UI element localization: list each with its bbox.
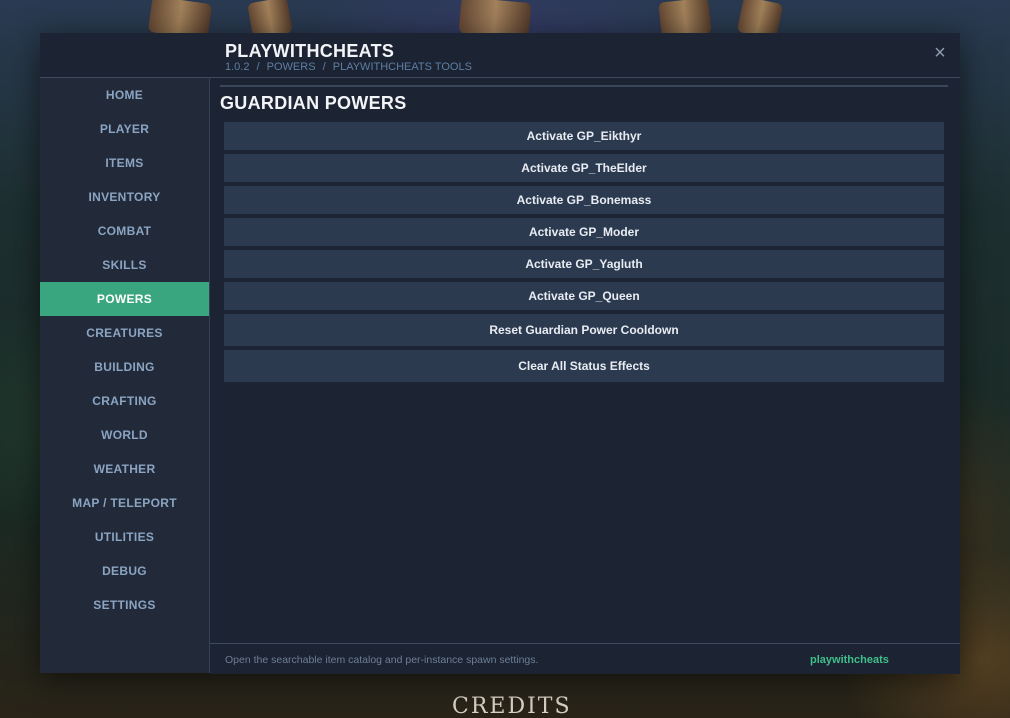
sidebar-item-map-teleport[interactable]: MAP / TELEPORT [40, 486, 209, 520]
sidebar-item-settings[interactable]: SETTINGS [40, 588, 209, 622]
sidebar-item-crafting[interactable]: CRAFTING [40, 384, 209, 418]
sidebar-item-combat[interactable]: COMBAT [40, 214, 209, 248]
activate-gp-eikthyr-button[interactable]: Activate GP_Eikthyr [224, 122, 944, 150]
activate-gp-bonemass-button[interactable]: Activate GP_Bonemass [224, 186, 944, 214]
breadcrumb-tools[interactable]: PLAYWITHCHEATS TOOLS [333, 61, 472, 73]
sidebar-item-building[interactable]: BUILDING [40, 350, 209, 384]
activate-gp-theelder-button[interactable]: Activate GP_TheElder [224, 154, 944, 182]
footer-hint: Open the searchable item catalog and per… [225, 654, 539, 666]
main-content: GUARDIAN POWERS Activate GP_Eikthyr Acti… [210, 78, 960, 643]
sidebar-item-player[interactable]: PLAYER [40, 112, 209, 146]
sidebar-item-home[interactable]: HOME [40, 78, 209, 112]
reset-guardian-cooldown-button[interactable]: Reset Guardian Power Cooldown [224, 314, 944, 346]
sidebar-item-powers[interactable]: POWERS [40, 282, 209, 316]
sidebar-item-creatures[interactable]: CREATURES [40, 316, 209, 350]
breadcrumb-separator: / [322, 61, 326, 73]
activate-gp-queen-button[interactable]: Activate GP_Queen [224, 282, 944, 310]
close-icon[interactable]: × [930, 43, 950, 63]
sidebar-item-skills[interactable]: SKILLS [40, 248, 209, 282]
status-footer: Open the searchable item catalog and per… [210, 643, 960, 674]
sidebar-item-debug[interactable]: DEBUG [40, 554, 209, 588]
breadcrumb-section[interactable]: POWERS [267, 61, 316, 73]
menu-credits-text[interactable]: CREDITS [452, 694, 572, 718]
app-title: PLAYWITHCHEATS [225, 41, 395, 61]
activate-gp-yagluth-button[interactable]: Activate GP_Yagluth [224, 250, 944, 278]
content-divider [220, 85, 948, 87]
cheat-menu-window: PLAYWITHCHEATS 1.0.2 / POWERS / PLAYWITH… [40, 33, 960, 674]
window-header: PLAYWITHCHEATS 1.0.2 / POWERS / PLAYWITH… [40, 33, 960, 78]
activate-gp-moder-button[interactable]: Activate GP_Moder [224, 218, 944, 246]
action-list: Activate GP_Eikthyr Activate GP_TheElder… [224, 122, 944, 386]
sidebar-item-inventory[interactable]: INVENTORY [40, 180, 209, 214]
sidebar-item-utilities[interactable]: UTILITIES [40, 520, 209, 554]
footer-brand: playwithcheats [810, 654, 889, 666]
sidebar-item-weather[interactable]: WEATHER [40, 452, 209, 486]
breadcrumb-separator: / [256, 61, 260, 73]
breadcrumb-version: 1.0.2 [225, 61, 250, 73]
page-title: GUARDIAN POWERS [220, 93, 407, 113]
clear-status-effects-button[interactable]: Clear All Status Effects [224, 350, 944, 382]
sidebar-item-world[interactable]: WORLD [40, 418, 209, 452]
breadcrumb: 1.0.2 / POWERS / PLAYWITHCHEATS TOOLS [225, 61, 476, 73]
sidebar-nav: HOME PLAYER ITEMS INVENTORY COMBAT SKILL… [40, 78, 210, 673]
sidebar-item-items[interactable]: ITEMS [40, 146, 209, 180]
